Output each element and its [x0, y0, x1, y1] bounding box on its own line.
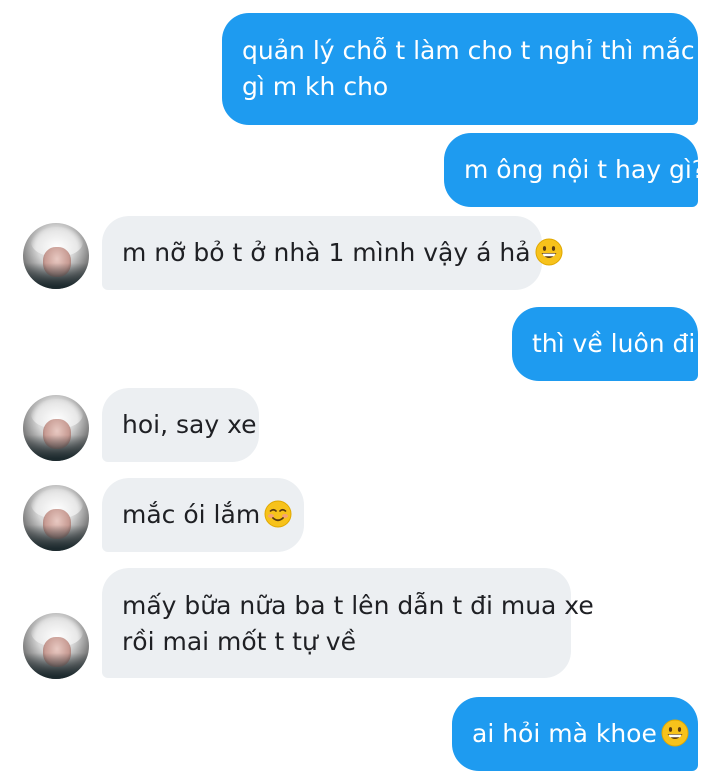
contact-avatar[interactable]	[23, 613, 89, 679]
contact-avatar[interactable]	[23, 223, 89, 289]
message-text-line: quản lý chỗ t làm cho t nghỉ thì mắc	[242, 36, 695, 65]
contact-avatar[interactable]	[23, 395, 89, 461]
message-text-line: mấy bữa nữa ba t lên dẫn t đi mua xe	[122, 591, 594, 620]
message-bubble-sent[interactable]: thì về luôn đi	[512, 307, 698, 381]
message-text: thì về luôn đi	[532, 329, 696, 358]
message-text: ai hỏi mà khoe	[472, 719, 657, 748]
message-bubble-received[interactable]: hoi, say xe	[102, 388, 259, 462]
smiling-face-emoji-icon	[264, 500, 292, 528]
message-text-line: gì m kh cho	[242, 72, 389, 101]
message-text: mắc ói lắm	[122, 500, 261, 529]
grinning-face-emoji-icon	[535, 238, 563, 266]
message-bubble-received[interactable]: mắc ói lắm	[102, 478, 304, 552]
message-text: m ông nội t hay gì?	[464, 155, 706, 184]
message-bubble-sent[interactable]: ai hỏi mà khoe	[452, 697, 698, 771]
message-text: m nỡ bỏ t ở nhà 1 mình vậy á hả	[122, 238, 531, 267]
grinning-face-emoji-icon	[661, 719, 689, 747]
message-bubble-sent[interactable]: m ông nội t hay gì?	[444, 133, 705, 207]
message-bubble-sent[interactable]: quản lý chỗ t làm cho t nghỉ thì mắc gì …	[222, 13, 698, 125]
message-bubble-received[interactable]: mấy bữa nữa ba t lên dẫn t đi mua xe rồi…	[102, 568, 594, 678]
contact-avatar[interactable]	[23, 485, 89, 551]
message-bubble-received[interactable]: m nỡ bỏ t ở nhà 1 mình vậy á hả	[102, 216, 563, 290]
message-text: hoi, say xe	[122, 410, 257, 439]
message-text-line: rồi mai mốt t tự về	[122, 627, 356, 656]
